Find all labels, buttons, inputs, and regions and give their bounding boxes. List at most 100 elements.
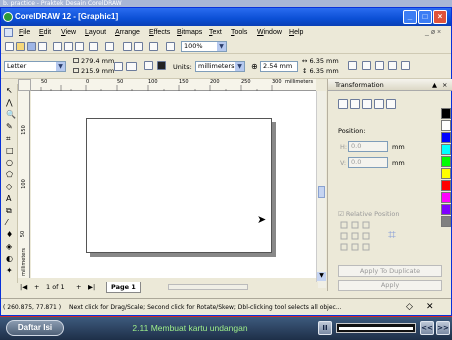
copy-icon[interactable]: [64, 42, 73, 51]
current-page-icon[interactable]: [157, 61, 166, 70]
snap-to-grid-icon[interactable]: [362, 61, 371, 70]
shape-tool-icon[interactable]: ⋀: [6, 98, 17, 108]
close-icon[interactable]: ×: [433, 10, 447, 24]
polygon-tool-icon[interactable]: ⬠: [6, 170, 17, 180]
palette-swatch[interactable]: [441, 144, 451, 155]
palette-swatch[interactable]: [441, 204, 451, 215]
drawing-page[interactable]: [86, 118, 272, 253]
menu-file[interactable]: File: [19, 26, 30, 39]
vertical-scrollbar[interactable]: ▼: [316, 91, 326, 288]
basic-shapes-tool-icon[interactable]: ◇: [6, 182, 17, 192]
menu-text[interactable]: Text: [209, 26, 222, 39]
units-select[interactable]: millimeters ▼: [195, 61, 245, 72]
skew-mode-icon[interactable]: [386, 99, 396, 109]
interactive-blend-tool-icon[interactable]: ⧉: [6, 206, 17, 216]
chevron-down-icon[interactable]: ▼: [217, 42, 226, 51]
document-icon[interactable]: [4, 28, 13, 37]
export-icon[interactable]: [134, 42, 143, 51]
duplicate-distance-x-field[interactable]: ↔ 6.35 mm: [302, 57, 339, 65]
first-page-button[interactable]: |◀: [20, 282, 27, 292]
snap-to-guidelines-icon[interactable]: [375, 61, 384, 70]
document-window-controls[interactable]: _ ø ×: [425, 26, 441, 39]
palette-swatch[interactable]: [441, 120, 451, 131]
text-tool-icon[interactable]: A: [6, 194, 17, 204]
ruler-origin[interactable]: [18, 79, 31, 91]
maximize-icon[interactable]: □: [418, 10, 432, 24]
page-width-field[interactable]: 279.4 mm: [73, 57, 114, 65]
drawing-canvas[interactable]: ➤: [31, 91, 316, 278]
docker-close-icon[interactable]: ×: [442, 79, 447, 91]
landscape-icon[interactable]: [126, 62, 137, 71]
position-mode-icon[interactable]: [338, 99, 348, 109]
menu-help[interactable]: Help: [289, 26, 303, 39]
menu-arrange[interactable]: Arrange: [115, 26, 140, 39]
ellipse-tool-icon[interactable]: ○: [6, 158, 17, 168]
last-page-button[interactable]: ▶|: [88, 282, 95, 292]
snap-to-objects-icon[interactable]: [388, 61, 397, 70]
import-icon[interactable]: [123, 42, 132, 51]
palette-swatch[interactable]: [441, 156, 451, 167]
fill-indicator-icon[interactable]: ◇: [406, 299, 413, 315]
palette-swatch[interactable]: [441, 216, 451, 227]
relative-position-checkbox[interactable]: ☑ Relative Position: [338, 210, 400, 218]
print-icon[interactable]: [38, 42, 47, 51]
chevron-down-icon[interactable]: ▼: [235, 62, 244, 71]
smart-fill-tool-icon[interactable]: ⌗: [6, 134, 17, 144]
palette-swatch[interactable]: [441, 180, 451, 191]
fill-tool-icon[interactable]: ◈: [6, 242, 17, 252]
progress-track[interactable]: [336, 323, 416, 333]
cut-icon[interactable]: [53, 42, 62, 51]
v-position-field[interactable]: 0.0: [348, 157, 388, 168]
menu-tools[interactable]: Tools: [231, 26, 247, 39]
palette-swatch[interactable]: [441, 132, 451, 143]
horizontal-ruler[interactable]: 50 0 50 100 150 200 250 300 millimeters: [31, 79, 316, 91]
scale-mode-icon[interactable]: [362, 99, 372, 109]
interactive-mesh-tool-icon[interactable]: ✦: [6, 266, 17, 276]
save-icon[interactable]: [27, 42, 36, 51]
docker-collapse-icon[interactable]: ▲: [432, 79, 437, 91]
palette-swatch[interactable]: [441, 192, 451, 203]
zoom-level-select[interactable]: 100% ▼: [181, 41, 227, 52]
paper-type-select[interactable]: Letter ▼: [4, 61, 66, 72]
rotate-mode-icon[interactable]: [350, 99, 360, 109]
h-position-field[interactable]: 0.0: [348, 141, 388, 152]
application-launcher-icon[interactable]: [149, 42, 158, 51]
add-page-before-button[interactable]: +: [34, 282, 39, 292]
previous-button[interactable]: <<: [420, 321, 434, 335]
undo-icon[interactable]: [89, 42, 98, 51]
chevron-down-icon[interactable]: ▼: [56, 62, 65, 71]
paste-icon[interactable]: [75, 42, 84, 51]
size-mode-icon[interactable]: [374, 99, 384, 109]
rectangle-tool-icon[interactable]: □: [6, 146, 17, 156]
freehand-tool-icon[interactable]: ✎: [6, 122, 17, 132]
apply-button[interactable]: Apply: [338, 280, 442, 291]
outline-tool-icon[interactable]: ♦: [6, 230, 17, 240]
open-icon[interactable]: [16, 42, 25, 51]
eyedropper-tool-icon[interactable]: ⁄: [6, 218, 17, 228]
pause-button[interactable]: II: [318, 321, 332, 335]
menu-edit[interactable]: Edit: [39, 26, 51, 39]
menu-bitmaps[interactable]: Bitmaps: [177, 26, 202, 39]
dynamic-guides-icon[interactable]: [401, 61, 410, 70]
new-icon[interactable]: [5, 42, 14, 51]
menu-window[interactable]: Window: [257, 26, 282, 39]
interactive-fill-tool-icon[interactable]: ◐: [6, 254, 17, 264]
page-height-field[interactable]: 215.9 mm: [73, 67, 114, 75]
scroll-thumb[interactable]: [318, 186, 325, 198]
scroll-down-icon[interactable]: ▼: [317, 272, 326, 281]
corel-online-icon[interactable]: [166, 42, 175, 51]
menu-effects[interactable]: Effects: [149, 26, 170, 39]
vertical-ruler[interactable]: 150 100 50 millimeters: [18, 91, 30, 278]
minimize-icon[interactable]: _: [403, 10, 417, 24]
pick-tool-icon[interactable]: ↖: [6, 86, 17, 96]
all-pages-icon[interactable]: [144, 61, 153, 70]
palette-swatch[interactable]: [441, 108, 451, 119]
horizontal-scrollbar[interactable]: [168, 284, 248, 290]
portrait-icon[interactable]: [114, 62, 123, 71]
redo-icon[interactable]: [105, 42, 114, 51]
index-button[interactable]: Daftar Isi: [6, 320, 64, 336]
anchor-grid[interactable]: [340, 221, 370, 251]
zoom-tool-icon[interactable]: 🔍: [6, 110, 17, 120]
apply-to-duplicate-button[interactable]: Apply To Duplicate: [338, 265, 442, 277]
menu-view[interactable]: View: [61, 26, 76, 39]
